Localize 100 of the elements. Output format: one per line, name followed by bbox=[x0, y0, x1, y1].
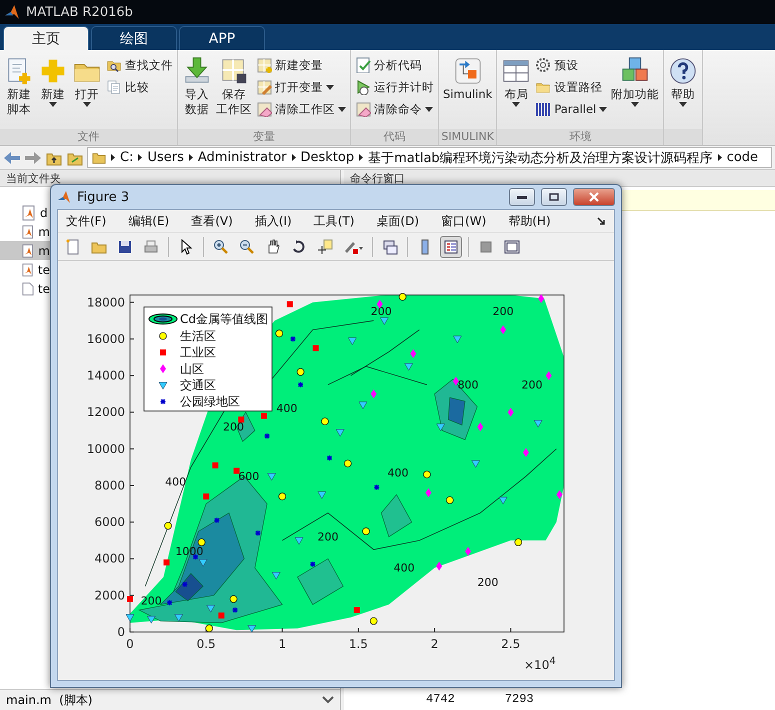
ribbon-tab[interactable]: APP bbox=[179, 26, 265, 50]
toolstrip-button[interactable]: 查找文件 bbox=[105, 56, 174, 74]
chevron-right-icon bbox=[111, 154, 115, 161]
menu-item[interactable]: 编辑(E) bbox=[128, 212, 170, 230]
tick-label: 1.5 bbox=[348, 637, 368, 651]
legend-label: 山区 bbox=[180, 362, 204, 376]
address-bar[interactable]: C: Users Administrator Desktop 基于matlab编程环境污染动态分析及治理方案设计源码程序 code bbox=[87, 147, 772, 168]
script-file-icon bbox=[22, 242, 34, 258]
toolstrip-button[interactable]: Simulink bbox=[442, 54, 494, 129]
close-icon bbox=[589, 192, 599, 202]
toolstrip-button[interactable]: 运行并计时 bbox=[354, 78, 435, 96]
legend-label: Cd金属等值线图 bbox=[180, 312, 268, 326]
file-icon bbox=[22, 280, 34, 296]
tick-label: 0.5 bbox=[196, 637, 216, 651]
ribbon-tab[interactable]: 绘图 bbox=[91, 26, 177, 50]
tick-label: 0 bbox=[117, 625, 125, 639]
toolstrip-button[interactable]: 打开变量 bbox=[255, 78, 347, 96]
path-segment[interactable]: Administrator bbox=[198, 150, 286, 165]
path-segment[interactable]: Users bbox=[147, 150, 184, 165]
two-pages-icon bbox=[106, 79, 122, 95]
app-logo-icon bbox=[57, 190, 71, 204]
caret-icon bbox=[326, 84, 334, 90]
path-segment[interactable]: Desktop bbox=[300, 150, 354, 165]
toolstrip-button[interactable]: 打开 bbox=[71, 54, 103, 129]
file-row[interactable]: te bbox=[0, 279, 50, 298]
chevron-right-icon bbox=[292, 154, 296, 161]
contour-label: 200 bbox=[317, 530, 338, 544]
contour-label: 1000 bbox=[175, 545, 204, 558]
caret-icon bbox=[49, 102, 57, 107]
group-title: 环境 bbox=[497, 129, 664, 145]
tick-label: 4000 bbox=[94, 552, 125, 566]
path-segment[interactable]: C: bbox=[120, 150, 134, 165]
toolstrip-button[interactable]: 清除工作区 bbox=[255, 100, 347, 118]
file-row[interactable]: m bbox=[0, 222, 50, 241]
back-arrow-icon[interactable] bbox=[3, 150, 21, 166]
toolstrip-button[interactable]: 比较 bbox=[105, 78, 174, 96]
toolstrip-button[interactable]: 设置路径 bbox=[534, 78, 608, 96]
tick-label: 16000 bbox=[86, 332, 125, 346]
menu-item[interactable]: 窗口(W) bbox=[441, 212, 486, 230]
legend-button[interactable] bbox=[440, 236, 462, 258]
toolstrip-button[interactable]: 分析代码 bbox=[354, 56, 435, 74]
play-clock-icon bbox=[355, 79, 371, 95]
legend-label: 公园绿地区 bbox=[180, 394, 240, 409]
file-row[interactable]: d bbox=[0, 203, 50, 222]
path-segment[interactable]: code bbox=[726, 150, 758, 165]
contour-label: 200 bbox=[492, 305, 514, 318]
toolstrip-button[interactable]: 布局 bbox=[500, 54, 532, 129]
block-diagram-icon bbox=[452, 56, 483, 86]
tick-label: 18000 bbox=[86, 295, 125, 310]
printer-icon bbox=[143, 238, 159, 254]
caret-icon bbox=[425, 106, 433, 112]
contour-label: 800 bbox=[458, 378, 479, 392]
contour-label: 400 bbox=[165, 475, 186, 488]
close-button[interactable] bbox=[573, 188, 615, 206]
maximize-button[interactable] bbox=[541, 188, 567, 206]
minimize-button[interactable] bbox=[509, 188, 535, 206]
group-footer bbox=[664, 129, 702, 145]
zoom-out-icon bbox=[239, 238, 255, 254]
contour-label: 600 bbox=[238, 470, 260, 483]
data-cursor-icon bbox=[317, 238, 333, 254]
toolstrip-button[interactable]: 预设 bbox=[534, 56, 608, 74]
square-icon bbox=[478, 238, 494, 254]
app-title: MATLAB R2016b bbox=[26, 4, 133, 20]
gear-icon bbox=[535, 57, 552, 73]
file-row[interactable]: te bbox=[0, 260, 50, 279]
menu-item[interactable]: 插入(I) bbox=[254, 212, 292, 230]
eraser-icon bbox=[355, 101, 371, 117]
help-icon bbox=[668, 56, 698, 86]
group-title: 代码 bbox=[351, 129, 438, 145]
menu-item[interactable]: 文件(F) bbox=[66, 212, 106, 230]
toolstrip-button[interactable]: Parallel bbox=[534, 100, 608, 118]
menu-item[interactable]: 帮助(H) bbox=[508, 212, 551, 230]
file-row[interactable]: m bbox=[0, 241, 50, 260]
tick-label: 6000 bbox=[94, 515, 125, 530]
dock-arrow-icon[interactable] bbox=[597, 216, 606, 226]
toolstrip-button[interactable]: 新建变量 bbox=[255, 56, 347, 74]
toolstrip-button[interactable]: 保存 工作区 bbox=[215, 54, 253, 129]
folder-icon bbox=[92, 150, 106, 164]
bars-icon bbox=[535, 101, 552, 117]
toolstrip-button[interactable]: 附加功能 bbox=[610, 54, 660, 129]
toolstrip-button[interactable]: 导入 数据 bbox=[181, 54, 213, 129]
ribbon-tab[interactable]: 主页 bbox=[3, 26, 89, 50]
chevron-down-icon[interactable] bbox=[322, 696, 334, 704]
window-title: Figure 3 bbox=[77, 190, 130, 204]
toolstrip-button[interactable]: 新建 bbox=[37, 54, 69, 129]
menu-item[interactable]: 查看(V) bbox=[191, 212, 233, 230]
toolstrip-button[interactable]: 帮助 bbox=[667, 54, 700, 129]
toolstrip-button[interactable]: 清除命令 bbox=[354, 100, 435, 118]
group-title: SIMULINK bbox=[439, 129, 496, 145]
new-file-icon bbox=[65, 238, 81, 254]
toolstrip-button[interactable]: 新建 脚本 bbox=[3, 54, 35, 129]
minimize-icon bbox=[517, 196, 527, 198]
menu-item[interactable]: 工具(T) bbox=[314, 212, 354, 230]
tick-label: 10000 bbox=[86, 442, 125, 456]
path-segment[interactable]: 基于matlab编程环境污染动态分析及治理方案设计源码程序 bbox=[368, 148, 713, 166]
tick-label: 12000 bbox=[86, 405, 125, 420]
output-value: 7293 bbox=[504, 692, 534, 706]
chevron-right-icon bbox=[718, 154, 722, 161]
menu-item[interactable]: 桌面(D) bbox=[376, 212, 420, 230]
details-label: main.m (脚本) bbox=[6, 692, 92, 708]
